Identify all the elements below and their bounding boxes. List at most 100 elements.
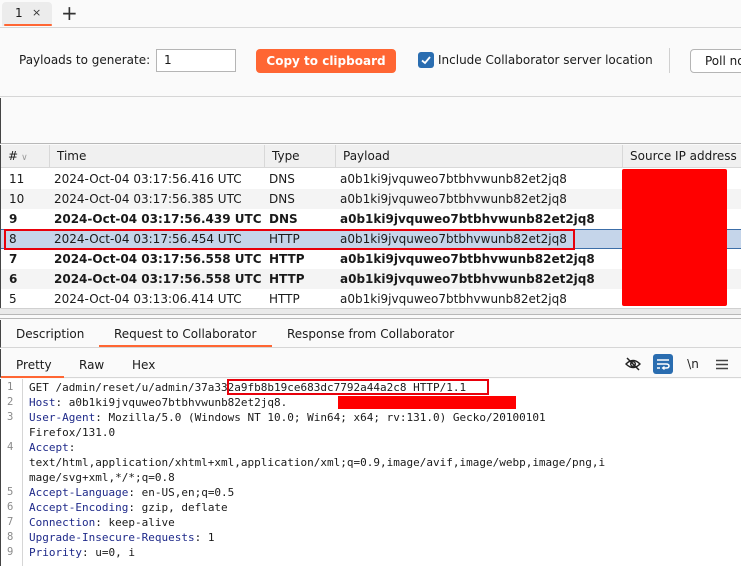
row-time: 2024-Oct-04 03:13:06.414 UTC [54,292,242,306]
row-number: 11 [9,172,25,186]
table-header: # ∨ Time Type Payload Source IP address [1,145,741,168]
header-value: : a0b1ki9jvquweo7btbhvwunb82et2jq8. [55,396,288,409]
row-type: DNS [269,212,298,226]
line-number: 9 [7,546,14,558]
row-time: 2024-Oct-04 03:17:56.385 UTC [54,192,242,206]
tab-pretty[interactable]: Pretty [16,358,52,372]
view-tabs: Pretty Raw Hex \n [0,349,741,378]
code-line: Accept-Encoding: gzip, deflate [29,501,228,514]
header-key: Host [29,396,56,409]
header-value: text/html,application/xhtml+xml,applicat… [29,456,606,469]
header-value: : [68,441,76,454]
row-type: DNS [269,192,295,206]
tab-label: 1 [15,6,23,20]
header-value: : 1 [194,531,215,544]
word-wrap-icon[interactable] [653,354,673,374]
highlight-box-selected-row [4,229,575,250]
row-time: 2024-Oct-04 03:17:56.439 UTC [54,212,262,226]
hamburger-menu-icon[interactable] [712,354,732,374]
interactions-table: # ∨ Time Type Payload Source IP address 1… [0,145,741,308]
row-type: HTTP [269,252,305,266]
row-number: 5 [9,292,17,306]
row-number: 10 [9,192,25,206]
toolbar-divider [669,48,670,73]
show-newlines-icon[interactable]: \n [683,354,703,374]
split-pane-divider[interactable] [0,314,741,319]
code-line: text/html,application/xhtml+xml,applicat… [29,456,605,469]
code-line: Accept-Language: en-US,en;q=0.5 [29,486,234,499]
header-value: : u=0, i [81,546,135,559]
active-detail-tab-indicator [99,345,272,347]
collaborator-toolbar: Payloads to generate: 1 Copy to clipboar… [0,29,741,97]
header-key: Priority [29,546,82,559]
header-key: Accept-Encoding [29,501,129,514]
code-line: Upgrade-Insecure-Requests: 1 [29,531,214,544]
row-payload: a0b1ki9jvquweo7btbhvwunb82et2jq8 [340,292,567,306]
header-value: : Mozilla/5.0 (Windows NT 10.0; Win64; x… [95,411,546,424]
header-key: Accept-Language [29,486,129,499]
row-payload: a0b1ki9jvquweo7btbhvwunb82et2jq8 [340,192,567,206]
header-key: Upgrade-Insecure-Requests [29,531,195,544]
column-header-type[interactable]: Type [265,145,336,168]
row-type: HTTP [269,292,300,306]
copy-to-clipboard-button[interactable]: Copy to clipboard [256,49,396,73]
row-type: HTTP [269,272,305,286]
line-number: 6 [7,501,14,513]
row-time: 2024-Oct-04 03:17:56.558 UTC [54,272,262,286]
column-header-payload[interactable]: Payload [336,145,623,168]
row-payload: a0b1ki9jvquweo7btbhvwunb82et2jq8 [340,272,595,286]
code-line: Accept: [29,441,75,454]
header-key: Accept [29,441,69,454]
header-key: User-Agent [29,411,96,424]
row-time: 2024-Oct-04 03:17:56.558 UTC [54,252,262,266]
header-value: : gzip, deflate [128,501,228,514]
row-number: 6 [9,272,18,286]
line-number: 8 [7,531,14,543]
request-editor[interactable]: 1 GET /admin/reset/u/admin/37a332a9fb8b19… [0,379,741,566]
tab-1[interactable]: 1 × [2,2,52,26]
new-tab-plus-icon[interactable]: + [61,1,78,25]
tab-raw[interactable]: Raw [79,358,104,372]
code-line: User-Agent: Mozilla/5.0 (Windows NT 10.0… [29,411,546,424]
header-value: Firefox/131.0 [29,426,116,439]
line-number: 2 [7,396,14,408]
code-line: Host: a0b1ki9jvquweo7btbhvwunb82et2jq8. [29,396,287,409]
row-time: 2024-Oct-04 03:17:56.416 UTC [54,172,242,186]
tab-hex[interactable]: Hex [132,358,155,372]
row-payload: a0b1ki9jvquweo7btbhvwunb82et2jq8 [340,172,567,186]
hide-nonprintable-eye-off-icon[interactable] [623,354,643,374]
header-value: : keep-alive [95,516,175,529]
poll-now-button[interactable]: Poll now [690,49,741,73]
header-value: mage/svg+xml,*/*;q=0.8 [29,471,175,484]
row-number: 7 [9,252,18,266]
detail-tabs: Description Request to Collaborator Resp… [0,320,741,348]
line-number: 1 [7,381,14,393]
spacer-area [0,98,741,144]
payloads-label: Payloads to generate: [19,53,151,67]
tab-description[interactable]: Description [16,327,84,341]
header-key: Connection [29,516,96,529]
code-line: mage/svg+xml,*/*;q=0.8 [29,471,175,484]
include-location-label: Include Collaborator server location [438,53,653,67]
code-line: Firefox/131.0 [29,426,115,439]
sort-chevron-down-icon: ∨ [21,153,28,163]
line-number: 3 [7,411,14,423]
row-payload: a0b1ki9jvquweo7btbhvwunb82et2jq8 [340,252,595,266]
code-line: Priority: u=0, i [29,546,135,559]
include-location-checkbox[interactable] [418,52,434,68]
highlight-box-reset-token [227,379,489,395]
line-number: 4 [7,441,14,453]
active-tab-indicator [4,24,52,26]
tab-request-to-collaborator[interactable]: Request to Collaborator [114,327,256,341]
row-type: DNS [269,172,295,186]
row-number: 9 [9,212,18,226]
tab-response-from-collaborator[interactable]: Response from Collaborator [287,327,454,341]
column-header-source-ip[interactable]: Source IP address [623,145,741,168]
payloads-count-input[interactable]: 1 [156,49,236,72]
column-header-number[interactable]: # ∨ [1,145,50,168]
close-icon[interactable]: × [32,6,41,19]
line-number: 7 [7,516,14,528]
active-view-tab-indicator [1,376,64,378]
column-header-time[interactable]: Time [50,145,265,168]
redacted-host-domain [338,396,516,409]
